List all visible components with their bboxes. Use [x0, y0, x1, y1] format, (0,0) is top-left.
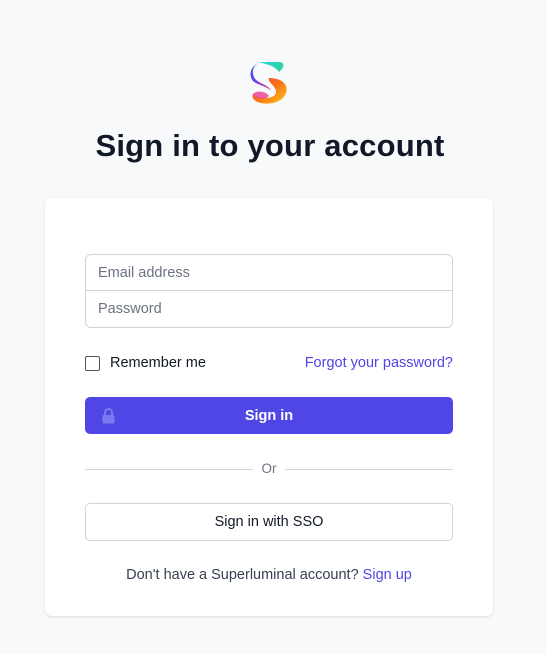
- or-divider: Or: [85, 461, 453, 477]
- password-field[interactable]: [86, 291, 452, 327]
- page-title: Sign in to your account: [95, 128, 445, 163]
- forgot-password-link[interactable]: Forgot your password?: [305, 355, 453, 371]
- email-field[interactable]: [86, 255, 452, 291]
- sign-up-link[interactable]: Sign up: [363, 567, 412, 583]
- remember-me-label: Remember me: [110, 355, 206, 371]
- signin-page: Sign in to your account Remember me Forg…: [0, 0, 547, 654]
- lock-icon: [102, 408, 115, 424]
- divider-text: Or: [261, 461, 277, 476]
- signup-prompt: Don't have a Superluminal account? Sign …: [45, 567, 493, 583]
- signup-prompt-text: Don't have a Superluminal account?: [126, 567, 359, 583]
- sign-in-with-sso-button[interactable]: Sign in with SSO: [85, 503, 453, 541]
- credentials-group: [85, 254, 453, 328]
- remember-me-checkbox[interactable]: [85, 355, 100, 371]
- sign-in-button[interactable]: Sign in: [85, 397, 453, 434]
- remember-me-option[interactable]: Remember me: [85, 355, 206, 371]
- signin-card: Remember me Forgot your password? Sign i…: [45, 198, 493, 616]
- sign-in-button-label: Sign in: [244, 407, 294, 424]
- superluminal-logo-icon: [250, 62, 287, 104]
